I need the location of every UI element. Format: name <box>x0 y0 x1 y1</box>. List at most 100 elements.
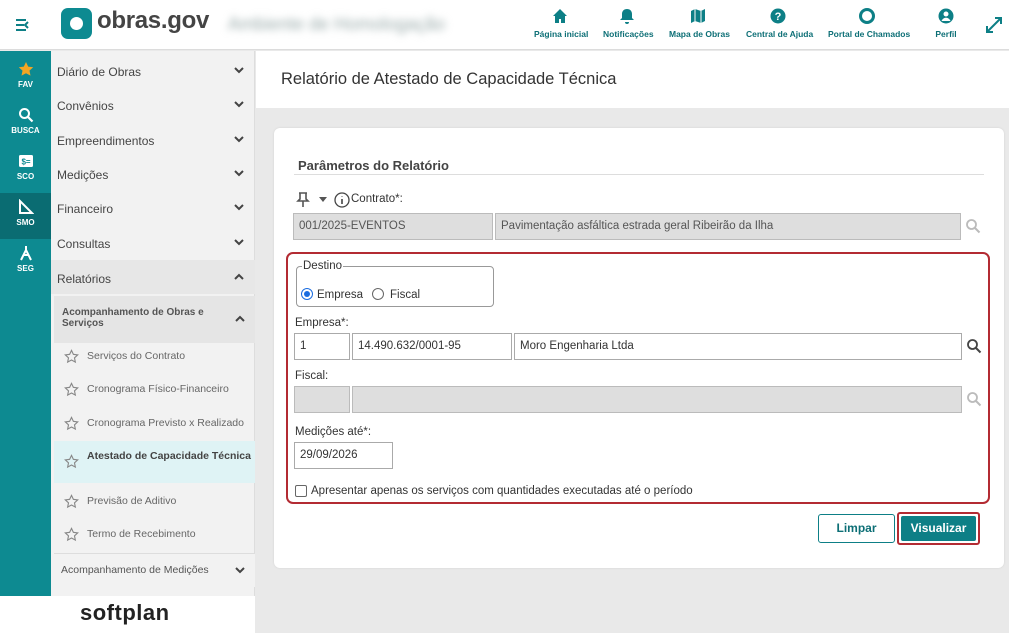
nav-notifications[interactable]: Notificações <box>603 8 654 39</box>
leaf-label: Serviços do Contrato <box>87 350 186 362</box>
sidemenu-leaf-servicos[interactable]: Serviços do Contrato <box>54 340 255 373</box>
compass-icon <box>19 246 32 261</box>
star-outline-icon[interactable] <box>64 494 79 509</box>
rail-seg-label: SEG <box>17 264 34 273</box>
contrato-label: Contrato*: <box>351 193 403 205</box>
contrato-search-icon[interactable] <box>965 218 981 234</box>
contrato-desc-field[interactable]: Pavimentação asfáltica estrada geral Rib… <box>495 213 961 240</box>
rail-smo[interactable]: SMO <box>0 193 51 239</box>
radio-fiscal[interactable] <box>372 288 384 300</box>
sidemenu-item-diario[interactable]: Diário de Obras <box>51 53 255 87</box>
section-divider <box>294 174 984 175</box>
star-outline-icon[interactable] <box>64 349 79 364</box>
svg-text:?: ? <box>775 11 782 23</box>
limpar-button[interactable]: Limpar <box>818 514 895 543</box>
fiscal-name-field[interactable] <box>352 386 962 413</box>
page-header: Relatório de Atestado de Capacidade Técn… <box>256 51 1009 108</box>
sidemenu-leaf-termo[interactable]: Termo de Recebimento <box>54 518 255 551</box>
submenu-label: Acompanhamento de Obras e Serviços <box>62 307 204 329</box>
leaf-label: Cronograma Físico-Financeiro <box>87 383 229 395</box>
visualizar-button[interactable]: Visualizar <box>901 516 976 541</box>
sidemenu-leaf-cronograma-previsto[interactable]: Cronograma Previsto x Realizado <box>54 407 255 440</box>
rail-fav-label: FAV <box>18 80 33 89</box>
visualizar-highlight: Visualizar <box>897 512 980 545</box>
leaf-label: Termo de Recebimento <box>87 528 196 540</box>
rail-sco[interactable]: $= SCO <box>0 147 51 193</box>
sidemenu-item-consultas[interactable]: Consultas <box>51 225 255 259</box>
rail-seg[interactable]: SEG <box>0 239 51 285</box>
fiscal-search-icon[interactable] <box>966 391 982 407</box>
star-outline-icon[interactable] <box>64 416 79 431</box>
destino-highlight-box: Destino Empresa Fiscal Empresa*: 1 14.49… <box>286 252 990 504</box>
report-card: Parâmetros do Relatório Contrato*: 001/2… <box>274 128 1004 568</box>
sidemenu-item-label: Empreendimentos <box>57 134 155 148</box>
sidemenu-item-relatorios[interactable]: Relatórios <box>51 260 255 294</box>
leaf-label: Cronograma Previsto x Realizado <box>87 417 244 429</box>
sidemenu-item-acompanhamento-medicoes[interactable]: Acompanhamento de Medições <box>54 553 255 587</box>
sidemenu-item-label: Financeiro <box>57 202 114 216</box>
logo-text: obras.gov <box>97 7 209 34</box>
sidemenu-item-label: Consultas <box>57 237 111 251</box>
rail-fav[interactable]: FAV <box>0 55 51 101</box>
section-title: Parâmetros do Relatório <box>298 158 449 173</box>
nav-help-label: Central de Ajuda <box>746 29 814 39</box>
nav-home[interactable]: Página inicial <box>534 8 589 39</box>
medicoes-date-field[interactable]: 29/09/2026 <box>294 442 393 469</box>
nav-notifications-label: Notificações <box>603 29 654 39</box>
leaf-label: Previsão de Aditivo <box>87 495 177 507</box>
home-icon <box>553 9 567 23</box>
star-outline-icon[interactable] <box>64 527 79 542</box>
nav-home-label: Página inicial <box>534 29 589 39</box>
sidemenu-leaf-previsao[interactable]: Previsão de Aditivo <box>54 485 255 518</box>
radio-empresa[interactable] <box>301 288 313 300</box>
sidemenu-submenu-acompanhamento[interactable]: Acompanhamento de Obras e Serviços <box>54 296 255 343</box>
destino-fieldset: Destino Empresa Fiscal <box>296 260 494 307</box>
nav-map[interactable]: Mapa de Obras <box>669 8 730 39</box>
chevron-down-icon <box>234 67 244 74</box>
map-icon <box>691 9 705 23</box>
rail-busca[interactable]: BUSCA <box>0 101 51 147</box>
menu-toggle-icon[interactable] <box>14 16 32 34</box>
chevron-down-icon <box>234 239 244 246</box>
servicos-checkbox[interactable] <box>295 485 307 497</box>
top-bar: obras.gov Ambiente de Homologação Página… <box>0 0 1009 50</box>
sidemenu-item-empreendimentos[interactable]: Empreendimentos <box>51 122 255 156</box>
sidemenu-item-convenios[interactable]: Convênios <box>51 87 255 121</box>
empresa-label: Empresa*: <box>295 317 349 329</box>
chevron-down-icon <box>235 567 245 574</box>
radio-fiscal-label[interactable]: Fiscal <box>390 289 420 301</box>
user-icon <box>938 8 954 24</box>
empresa-name-field[interactable]: Moro Engenharia Ltda <box>514 333 962 360</box>
sco-icon: $= <box>18 155 33 167</box>
empresa-search-icon[interactable] <box>966 338 982 354</box>
contrato-code-field[interactable]: 001/2025-EVENTOS <box>293 213 493 240</box>
medicoes-label: Medições até*: <box>295 426 372 438</box>
rail-busca-label: BUSCA <box>11 126 40 135</box>
info-icon[interactable] <box>334 192 350 208</box>
brand-footer: softplan <box>0 596 255 633</box>
ruler-icon <box>18 199 34 214</box>
caret-down-icon[interactable] <box>318 194 328 204</box>
nav-map-label: Mapa de Obras <box>669 29 730 39</box>
sidemenu-item-label: Diário de Obras <box>57 65 142 79</box>
empresa-code-field[interactable]: 1 <box>294 333 350 360</box>
empresa-cnpj-field[interactable]: 14.490.632/0001-95 <box>352 333 512 360</box>
nav-tickets[interactable]: Portal de Chamados <box>828 8 910 39</box>
fiscal-code-field[interactable] <box>294 386 350 413</box>
sidemenu-item-financeiro[interactable]: Financeiro <box>51 190 255 224</box>
chevron-up-icon <box>234 273 244 280</box>
sidemenu-leaf-atestado[interactable]: Atestado de Capacidade Técnica <box>54 441 255 483</box>
sidemenu-item-label: Relatórios <box>57 272 112 286</box>
pin-icon[interactable] <box>296 192 310 208</box>
star-outline-icon[interactable] <box>64 454 79 469</box>
star-outline-icon[interactable] <box>64 382 79 397</box>
nav-help[interactable]: ? Central de Ajuda <box>746 8 814 39</box>
radio-empresa-label[interactable]: Empresa <box>317 289 363 301</box>
nav-profile[interactable]: Perfil <box>934 8 958 39</box>
search-icon <box>18 108 33 123</box>
leaf-label: Atestado de Capacidade Técnica <box>87 450 251 462</box>
expand-icon[interactable] <box>985 16 1003 34</box>
servicos-checkbox-label[interactable]: Apresentar apenas os serviços com quanti… <box>311 485 693 497</box>
sidemenu-leaf-cronograma-fisico[interactable]: Cronograma Físico-Financeiro <box>54 373 255 406</box>
sidemenu-item-medicoes[interactable]: Medições <box>51 156 255 190</box>
